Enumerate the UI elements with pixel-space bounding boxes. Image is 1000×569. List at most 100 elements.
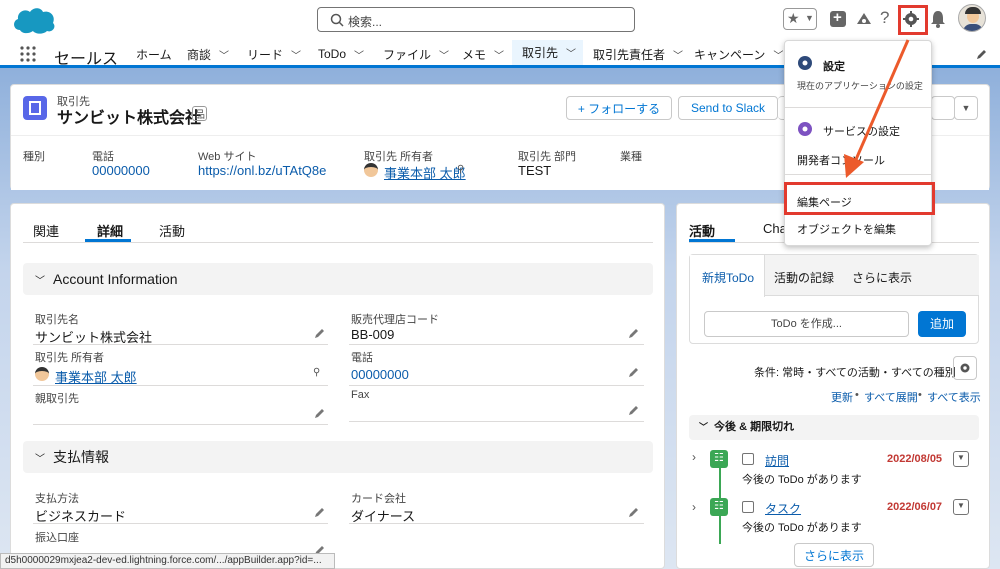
filter-settings-button[interactable] xyxy=(953,356,977,380)
tab-activity[interactable]: 活動 xyxy=(159,221,185,240)
nav-label: キャンペーン xyxy=(694,47,766,62)
tab-new-todo[interactable]: 新規ToDo xyxy=(702,269,754,286)
activity-item-date: 2022/08/05 xyxy=(887,453,943,465)
edit-nav-icon[interactable] xyxy=(976,48,988,60)
pencil-icon[interactable] xyxy=(314,327,326,339)
refresh-link[interactable]: 更新 xyxy=(831,389,853,405)
chevron-down-icon[interactable]: ﹀ xyxy=(494,47,504,62)
website-link[interactable]: https://onl.bz/uTAtQ8e xyxy=(198,163,326,178)
pencil-icon[interactable] xyxy=(628,366,640,378)
pencil-icon[interactable] xyxy=(628,327,640,339)
chevron-down-icon[interactable]: ﹀ xyxy=(566,45,576,60)
nav-item-home[interactable]: ホーム xyxy=(136,40,172,68)
todo-checkbox[interactable] xyxy=(742,501,754,513)
chevron-down-icon[interactable]: ﹀ xyxy=(291,47,301,62)
chevron-down-icon[interactable]: ﹀ xyxy=(354,47,364,62)
pencil-icon[interactable] xyxy=(314,407,326,419)
section-payment-info[interactable]: ﹀ 支払情報 xyxy=(23,441,653,473)
upcoming-title: 今後 & 期限切れ xyxy=(714,421,795,433)
payment-method-label: 支払方法 xyxy=(35,493,79,505)
division-value: TEST xyxy=(518,163,552,178)
tab-more[interactable]: さらに表示 xyxy=(852,269,912,286)
nav-item-notes[interactable]: メモ ﹀ xyxy=(462,40,504,68)
activity-item-title[interactable]: タスク xyxy=(765,500,801,517)
todo-placeholder: ToDo を作成... xyxy=(771,318,842,330)
nav-label: ファイル xyxy=(383,47,432,62)
chevron-down-icon[interactable]: ﹀ xyxy=(673,47,683,62)
owner-label: 取引先 所有者 xyxy=(364,151,434,163)
separator-dot: • xyxy=(855,389,859,401)
tab-activity-panel[interactable]: 活動 xyxy=(689,221,715,240)
type-label: 種別 xyxy=(23,151,45,163)
search-placeholder: 検索... xyxy=(348,15,383,29)
chevron-down-icon: ▼ xyxy=(805,13,814,23)
upcoming-overdue-section[interactable]: ﹀ 今後 & 期限切れ xyxy=(689,415,979,440)
section-account-information[interactable]: ﹀ Account Information xyxy=(23,263,653,295)
detail-owner-link[interactable]: 事業本部 太郎 xyxy=(55,367,137,386)
tab-related[interactable]: 関連 xyxy=(33,221,59,240)
activity-item-date: 2022/06/07 xyxy=(887,501,943,513)
show-all-link[interactable]: すべて表示 xyxy=(927,389,981,405)
app-launcher-icon[interactable] xyxy=(20,46,36,62)
nav-item-files[interactable]: ファイル ﹀ xyxy=(383,40,449,68)
nav-label: ToDo xyxy=(318,47,347,61)
pencil-icon[interactable] xyxy=(314,506,326,518)
chevron-down-icon[interactable]: ﹀ xyxy=(219,47,229,62)
phone-value[interactable]: 00000000 xyxy=(92,163,150,178)
division-label: 取引先 部門 xyxy=(518,151,577,163)
user-avatar[interactable] xyxy=(958,4,986,32)
show-more-button[interactable]: さらに表示 xyxy=(794,543,874,567)
activity-item-title[interactable]: 訪問 xyxy=(765,452,789,469)
chevron-down-icon[interactable]: ﹀ xyxy=(439,47,449,62)
salesforce-logo-icon[interactable] xyxy=(10,4,58,36)
field-underline xyxy=(349,344,644,345)
nav-label: 取引先責任者 xyxy=(593,47,666,62)
fax-label: Fax xyxy=(351,389,370,401)
nav-item-leads[interactable]: リード ﹀ xyxy=(247,40,301,68)
global-actions-icon[interactable]: + xyxy=(830,9,846,27)
todo-checkbox[interactable] xyxy=(742,453,754,465)
todo-create-input[interactable]: ToDo を作成... xyxy=(704,311,909,337)
actions-dropdown-button[interactable]: ▼ xyxy=(954,96,978,120)
chevron-down-icon: ﹀ xyxy=(699,422,709,432)
field-underline xyxy=(33,424,328,425)
nav-item-todo[interactable]: ToDo ﹀ xyxy=(318,40,364,68)
chevron-down-icon: ▼ xyxy=(957,501,965,510)
activity-filter-text: 条件: 常時・すべての活動・すべての種別 xyxy=(754,367,956,379)
tab-details[interactable]: 詳細 xyxy=(97,221,123,240)
nav-item-campaigns[interactable]: キャンペーン ﹀ xyxy=(694,40,783,68)
nav-item-accounts[interactable]: 取引先 ﹀ xyxy=(512,40,583,68)
change-owner-icon[interactable]: ⚲ xyxy=(313,367,320,378)
trailhead-icon[interactable] xyxy=(855,10,873,28)
edit-object-item[interactable]: オブジェクトを編集 xyxy=(797,221,896,237)
chevron-right-icon[interactable]: › xyxy=(692,450,696,464)
help-icon[interactable]: ? xyxy=(880,8,889,28)
ellipsis-partial[interactable] xyxy=(931,96,955,120)
nav-label: ホーム xyxy=(136,47,172,62)
pencil-icon[interactable] xyxy=(628,506,640,518)
nav-item-contacts[interactable]: 取引先責任者 ﹀ xyxy=(593,40,683,68)
nav-item-opportunities[interactable]: 商談 ﹀ xyxy=(187,40,229,68)
bank-account-label: 振込口座 xyxy=(35,532,79,544)
notification-bell-icon[interactable] xyxy=(930,10,946,28)
expand-all-link[interactable]: すべて展開 xyxy=(864,389,918,405)
follow-button[interactable]: + フォローする xyxy=(566,96,672,120)
chevron-right-icon[interactable]: › xyxy=(692,500,696,514)
global-search[interactable]: 検索... xyxy=(317,7,635,32)
detail-phone-value[interactable]: 00000000 xyxy=(351,367,409,382)
add-todo-button[interactable]: 追加 xyxy=(918,311,966,337)
activity-item-menu-button[interactable]: ▼ xyxy=(953,451,969,467)
chevron-down-icon: ﹀ xyxy=(35,453,45,465)
pencil-icon[interactable] xyxy=(628,404,640,416)
hierarchy-icon[interactable]: 品 xyxy=(192,106,207,121)
activity-item-menu-button[interactable]: ▼ xyxy=(953,499,969,515)
parent-account-label: 親取引先 xyxy=(35,393,79,405)
change-owner-icon[interactable]: ⚲ xyxy=(457,164,464,175)
chevron-down-icon[interactable]: ﹀ xyxy=(773,47,783,62)
favorites-button[interactable]: ★ ▼ xyxy=(783,8,817,30)
highlight-edit-page-box xyxy=(784,182,935,215)
agency-code-label: 販売代理店コード xyxy=(351,314,439,326)
send-to-slack-button[interactable]: Send to Slack xyxy=(678,96,778,120)
tab-log-activity[interactable]: 活動の記録 xyxy=(774,269,834,286)
owner-link[interactable]: 事業本部 太郎 xyxy=(384,163,466,182)
